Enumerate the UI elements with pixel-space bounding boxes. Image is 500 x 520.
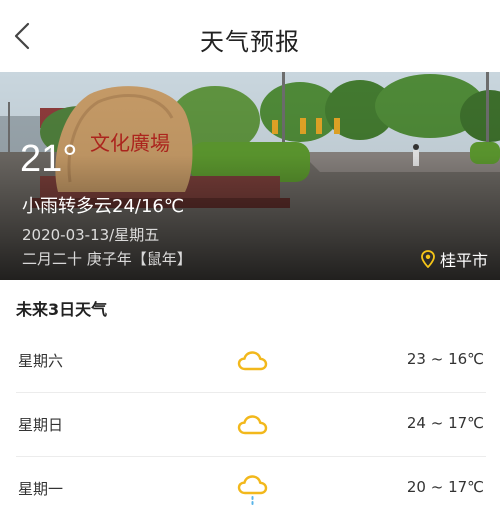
location-label: 桂平市 (439, 251, 488, 270)
cloudy-icon (237, 351, 268, 371)
cloudy-icon (237, 415, 268, 435)
forecast-row[interactable]: 星期六 23 ~ 16℃ (0, 328, 500, 392)
light-rain-icon (237, 475, 268, 505)
forecast-range: 20 ~ 17℃ (406, 478, 484, 496)
forecast-row[interactable]: 星期一 20 ~ 17℃ (0, 456, 500, 520)
app-header: 天气预报 (0, 0, 500, 72)
forecast-day: 星期六 (18, 352, 64, 370)
forecast-day: 星期一 (18, 480, 64, 498)
location-button[interactable]: 桂平市 (420, 247, 488, 271)
current-condition: 小雨转多云24/16℃ (22, 196, 185, 217)
forecast-title: 未来3日天气 (16, 300, 108, 319)
forecast-day: 星期日 (18, 416, 64, 434)
forecast-range: 24 ~ 17℃ (406, 414, 484, 432)
forecast-row[interactable]: 星期日 24 ~ 17℃ (0, 392, 500, 456)
lunar-date: 二月二十 庚子年【鼠年】 (22, 250, 192, 268)
current-date: 2020-03-13/星期五 (22, 226, 160, 244)
map-pin-icon (421, 250, 435, 268)
current-temperature: 21° (20, 138, 78, 180)
current-weather-hero: 文化廣場 21° 小雨转多云24/16℃ 2020-03-13/星期五 二月二十… (0, 72, 500, 280)
forecast-range: 23 ~ 16℃ (406, 350, 484, 368)
page-title: 天气预报 (200, 28, 300, 56)
